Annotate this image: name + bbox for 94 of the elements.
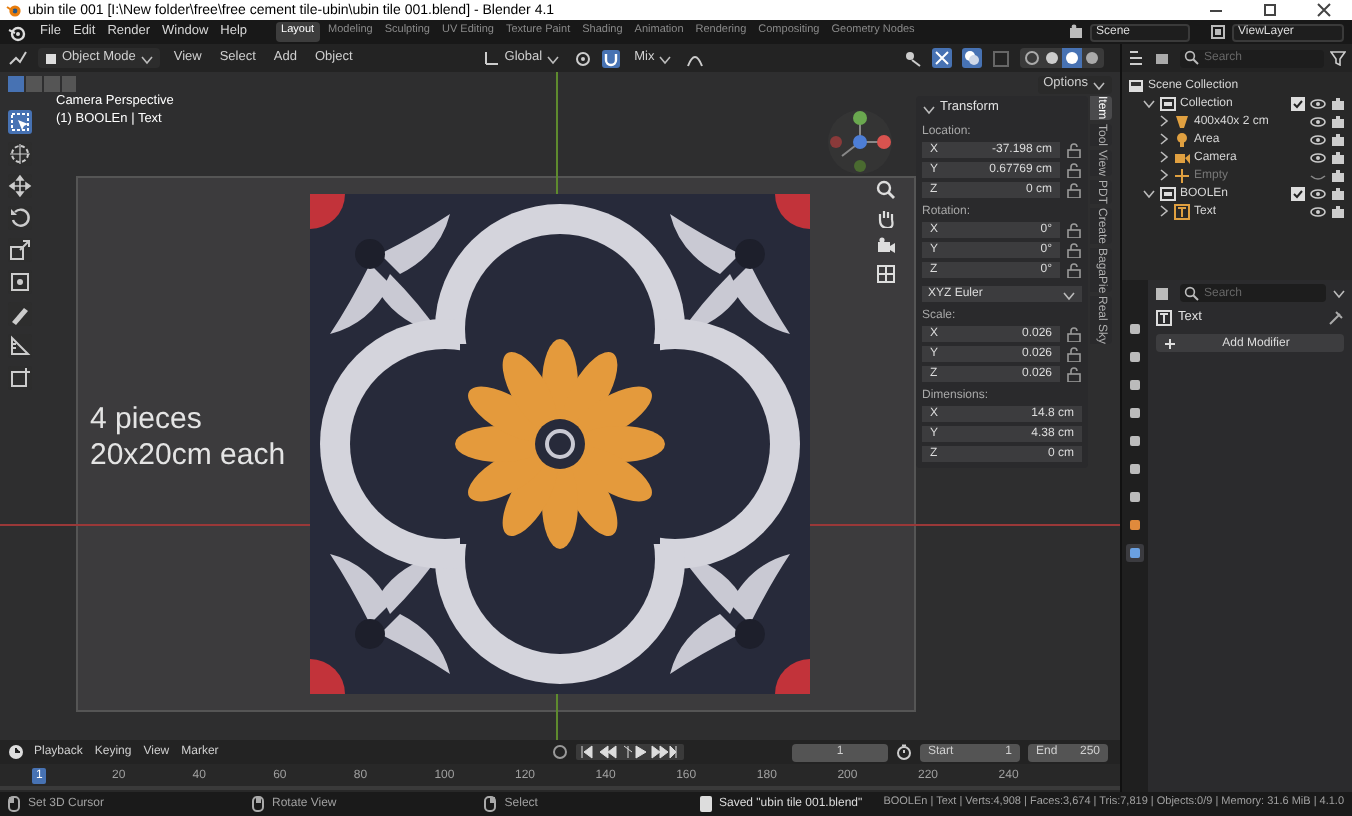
pivot-icon[interactable] xyxy=(574,49,593,67)
caret-icon[interactable] xyxy=(1332,286,1346,300)
lock-icon[interactable] xyxy=(1066,326,1082,342)
move-tool-icon[interactable] xyxy=(8,174,32,198)
scale-tool-icon[interactable] xyxy=(8,238,32,262)
hand-icon[interactable] xyxy=(876,208,896,228)
caption-text: 20x20cm each xyxy=(90,440,286,472)
collapsed-caret-icon[interactable] xyxy=(1156,132,1170,146)
eye-icon[interactable] xyxy=(1310,185,1326,201)
camera-render-icon[interactable] xyxy=(1330,95,1346,111)
mesh-icon xyxy=(1174,113,1190,129)
camera-render-icon[interactable] xyxy=(1330,149,1346,165)
eye-icon[interactable] xyxy=(1310,203,1326,219)
lock-icon[interactable] xyxy=(1066,162,1082,178)
eye-icon[interactable] xyxy=(1310,149,1326,165)
camera-icon[interactable] xyxy=(876,236,896,256)
expanded-caret-icon[interactable] xyxy=(1142,186,1156,200)
clock-icon[interactable] xyxy=(8,744,24,760)
editor-type-icon[interactable] xyxy=(1154,285,1174,301)
collapsed-caret-icon[interactable] xyxy=(1156,204,1170,218)
cursor-tool-icon[interactable] xyxy=(8,142,32,166)
checkbox-icon[interactable] xyxy=(1290,185,1306,201)
lock-icon[interactable] xyxy=(1066,222,1082,238)
eye-icon[interactable] xyxy=(1310,113,1326,129)
camera-render-icon[interactable] xyxy=(1330,131,1346,147)
rotate-tool-icon[interactable] xyxy=(8,206,32,230)
checkbox-icon[interactable] xyxy=(1290,95,1306,111)
selection-modes-icon[interactable] xyxy=(8,76,76,92)
collection-icon xyxy=(1160,185,1176,201)
add-tool-icon[interactable] xyxy=(8,366,32,390)
scene-icon[interactable] xyxy=(1068,24,1086,40)
left-mouse-icon xyxy=(8,796,20,812)
gizmo-toggle-icon[interactable] xyxy=(932,48,952,68)
view-layer-icon[interactable] xyxy=(1210,24,1228,40)
lock-icon[interactable] xyxy=(1066,262,1082,278)
info-icon xyxy=(699,796,711,812)
search-icon xyxy=(1184,285,1200,301)
xray-icon[interactable] xyxy=(992,49,1010,67)
blender-logo-icon xyxy=(6,2,22,18)
filter-icon[interactable] xyxy=(1330,50,1346,66)
zoom-icon[interactable] xyxy=(876,180,896,200)
record-icon[interactable] xyxy=(552,744,568,760)
magnet-icon[interactable] xyxy=(602,49,621,67)
grid-icon[interactable] xyxy=(876,264,896,284)
annotate-tool-icon[interactable] xyxy=(8,302,32,326)
measure-tool-icon[interactable] xyxy=(8,334,32,358)
display-mode-icon[interactable] xyxy=(1128,50,1148,66)
axis-gizmo-icon[interactable] xyxy=(826,108,894,176)
caret-icon xyxy=(922,102,936,116)
scene-icon xyxy=(1128,77,1144,93)
search-icon xyxy=(1184,50,1200,66)
right-mouse-icon xyxy=(484,796,497,812)
collapsed-caret-icon[interactable] xyxy=(1156,114,1170,128)
caption-text: 4 pieces xyxy=(90,404,204,436)
collection-icon xyxy=(1160,95,1176,111)
caret-icon xyxy=(139,51,154,65)
overlay-toggle-icon[interactable] xyxy=(962,48,982,68)
caret-icon xyxy=(658,51,673,65)
camera-render-icon[interactable] xyxy=(1330,167,1346,183)
lock-icon[interactable] xyxy=(1066,366,1082,382)
empty-icon xyxy=(1174,167,1190,183)
middle-mouse-icon xyxy=(252,796,265,812)
lock-icon[interactable] xyxy=(1066,346,1082,362)
eye-icon[interactable] xyxy=(1310,95,1326,111)
close-icon[interactable] xyxy=(1314,2,1334,18)
light-icon xyxy=(1174,131,1190,147)
select-tool-icon[interactable] xyxy=(8,110,32,134)
expanded-caret-icon[interactable] xyxy=(1142,96,1156,110)
lock-icon[interactable] xyxy=(1066,142,1082,158)
collapsed-caret-icon[interactable] xyxy=(1156,150,1170,164)
lock-icon[interactable] xyxy=(1066,182,1082,198)
collapsed-caret-icon[interactable] xyxy=(1156,168,1170,182)
text-object-icon xyxy=(1156,310,1172,326)
caret-icon xyxy=(1092,78,1106,92)
maximize-icon[interactable] xyxy=(1260,2,1280,18)
caret-icon xyxy=(546,51,561,65)
lock-icon[interactable] xyxy=(1066,242,1082,258)
camera-render-icon[interactable] xyxy=(1330,185,1346,201)
pin-icon[interactable] xyxy=(1328,310,1344,326)
eye-icon[interactable] xyxy=(1310,131,1326,147)
camera-icon xyxy=(1174,149,1190,165)
camera-render-icon[interactable] xyxy=(1330,203,1346,219)
stopwatch-icon[interactable] xyxy=(896,744,912,760)
plus-icon xyxy=(1164,337,1176,349)
camera-render-icon[interactable] xyxy=(1330,113,1346,129)
axes-icon xyxy=(484,50,501,66)
text-icon xyxy=(1174,203,1190,219)
caret-icon xyxy=(1062,287,1076,301)
shading-modes-icon[interactable] xyxy=(1020,48,1104,68)
transform-tool-icon[interactable] xyxy=(8,270,32,294)
playback-controls-icon[interactable] xyxy=(576,744,684,760)
object-mode-icon xyxy=(44,51,58,65)
editor-type-icon[interactable] xyxy=(8,50,28,66)
blender-logo-icon[interactable] xyxy=(8,23,26,41)
